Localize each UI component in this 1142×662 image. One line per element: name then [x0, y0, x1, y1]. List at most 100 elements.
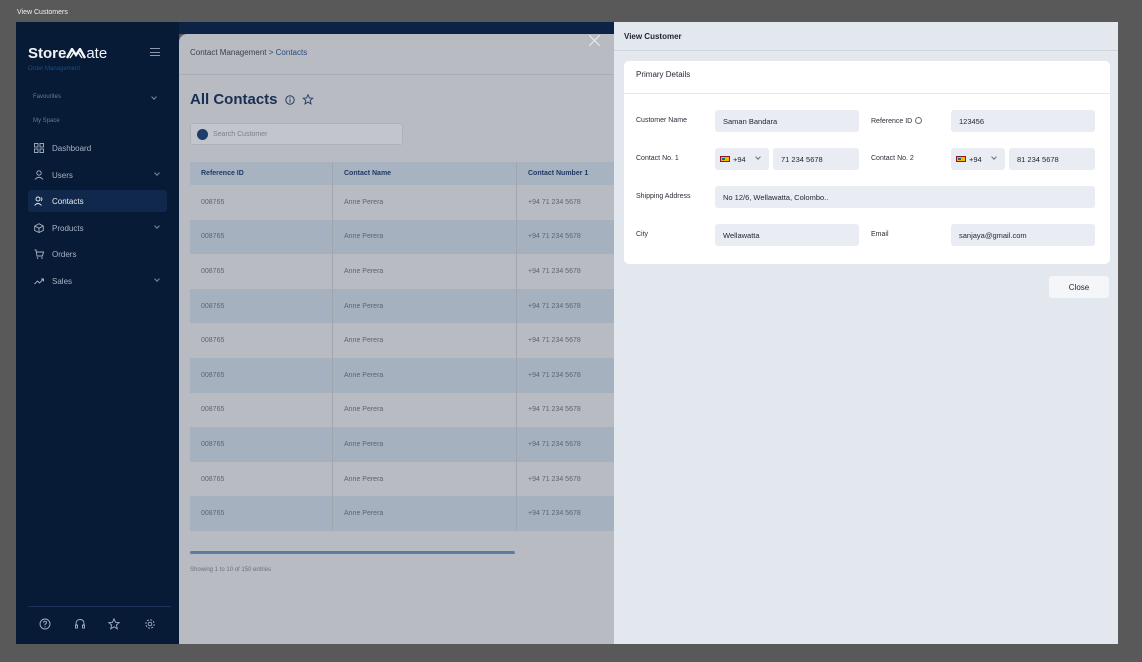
brand-logo[interactable]: Store ate: [28, 45, 107, 62]
sidebar-item-label: Sales: [52, 276, 73, 286]
trend-icon: [34, 278, 44, 285]
window-title: View Customers: [17, 9, 68, 16]
pagination-info: Showing 1 to 10 of 150 entries: [190, 567, 272, 573]
shipping-address-field[interactable]: No 12/6, Wellawatta, Colombo..: [715, 186, 1095, 208]
country-code-select-2[interactable]: +94: [951, 148, 1005, 170]
star-icon[interactable]: [108, 618, 120, 630]
table-row[interactable]: 008765 Anne Perera +94 71 234 5678: [190, 288, 620, 324]
title-icons: [285, 93, 314, 108]
menu-toggle-icon[interactable]: [150, 48, 160, 56]
table-row[interactable]: 008765 Anne Perera +94 71 234 5678: [190, 254, 620, 289]
dashboard-icon: [34, 143, 44, 153]
primary-details-card: Primary Details Customer Name Saman Band…: [624, 61, 1110, 264]
sidebar: Store ate Order Management Favourites My …: [16, 22, 179, 644]
cell-contact-number: +94 71 234 5678: [528, 406, 581, 414]
country-code-value: +94: [733, 154, 746, 164]
card-title: Primary Details: [636, 70, 691, 79]
settings-icon[interactable]: [144, 618, 156, 630]
column-header-contact-number[interactable]: Contact Number 1: [517, 162, 620, 185]
cart-icon: [34, 249, 44, 259]
contacts-icon: [34, 196, 43, 206]
close-button[interactable]: Close: [1049, 276, 1109, 298]
cell-reference-id: 008765: [190, 461, 333, 497]
reference-id-label-text: Reference ID: [871, 118, 913, 125]
table-row[interactable]: 008765 Anne Perera +94 71 234 5678: [190, 219, 620, 255]
horizontal-scrollbar[interactable]: [190, 551, 515, 554]
cell-reference-id: 008765: [190, 357, 333, 393]
breadcrumb-separator: >: [268, 48, 274, 57]
breadcrumb: Contact Management > Contacts: [190, 48, 307, 57]
drawer-divider: [614, 50, 1118, 51]
column-header-reference-id[interactable]: Reference ID: [190, 162, 333, 185]
cell-contact-name: Anne Perera: [333, 392, 517, 428]
contact-no-1-field[interactable]: 71 234 5678: [773, 148, 859, 170]
search-input[interactable]: Search Customer: [190, 123, 403, 145]
table-row[interactable]: 008765 Anne Perera +94 71 234 5678: [190, 496, 620, 531]
cell-contact-number: +94 71 234 5678: [528, 198, 581, 206]
table-row[interactable]: 008765 Anne Perera +94 71 234 5678: [190, 461, 620, 497]
city-field[interactable]: Wellawatta: [715, 224, 859, 246]
chevron-down-icon: [154, 223, 160, 229]
info-icon[interactable]: [285, 95, 295, 105]
drawer-title: View Customer: [624, 32, 682, 41]
sidebar-item-label: Contacts: [52, 196, 84, 206]
shipping-address-label: Shipping Address: [636, 193, 691, 200]
sidebar-item-orders[interactable]: Orders: [28, 243, 167, 265]
sidebar-item-contacts[interactable]: Contacts: [28, 190, 167, 212]
cell-contact-number: +94 71 234 5678: [528, 267, 581, 275]
country-code-select-1[interactable]: +94: [715, 148, 769, 170]
page-title: All Contacts: [190, 91, 278, 108]
chevron-down-icon[interactable]: [151, 94, 157, 100]
breadcrumb-current[interactable]: Contacts: [276, 48, 308, 57]
sidebar-item-products[interactable]: Products: [28, 217, 167, 239]
customer-name-field[interactable]: Saman Bandara: [715, 110, 859, 132]
cell-contact-name: Anne Perera: [333, 254, 517, 289]
reference-id-field[interactable]: 123456: [951, 110, 1095, 132]
help-icon[interactable]: [39, 618, 51, 630]
brand-subtitle: Order Management: [28, 66, 81, 72]
column-header-contact-name[interactable]: Contact Name: [333, 162, 517, 185]
sidebar-item-label: Users: [52, 170, 73, 180]
cell-reference-id: 008765: [190, 219, 333, 255]
star-icon[interactable]: [301, 93, 314, 105]
contact-no-2-field[interactable]: 81 234 5678: [1009, 148, 1095, 170]
sidebar-item-dashboard[interactable]: Dashboard: [28, 137, 167, 159]
cell-contact-number: +94 71 234 5678: [528, 371, 581, 379]
cell-reference-id: 008765: [190, 185, 333, 220]
cell-contact-name: Anne Perera: [333, 461, 517, 497]
chevron-down-icon: [154, 170, 160, 176]
sidebar-item-sales[interactable]: Sales: [28, 270, 167, 292]
cell-contact-number: +94 71 234 5678: [528, 233, 581, 241]
sidebar-item-label: Dashboard: [52, 143, 92, 153]
close-icon[interactable]: [587, 34, 601, 48]
table-row[interactable]: 008765 Anne Perera +94 71 234 5678: [190, 427, 620, 462]
table-row[interactable]: 008765 Anne Perera +94 71 234 5678: [190, 357, 620, 393]
table-row[interactable]: 008765 Anne Perera +94 71 234 5678: [190, 323, 620, 358]
sidebar-item-label: Orders: [52, 249, 77, 259]
cell-reference-id: 008765: [190, 288, 333, 324]
sidebar-divider: [28, 606, 171, 607]
sidebar-item-label: Products: [52, 223, 84, 233]
box-icon: [34, 223, 44, 233]
breadcrumb-parent[interactable]: Contact Management: [190, 48, 267, 57]
table-row[interactable]: 008765 Anne Perera +94 71 234 5678: [190, 185, 620, 220]
card-divider: [624, 93, 1110, 94]
table-row[interactable]: 008765 Anne Perera +94 71 234 5678: [190, 392, 620, 428]
sri-lanka-flag-icon: [720, 156, 730, 162]
table-body: 008765 Anne Perera +94 71 234 5678 008765 An…: [190, 185, 620, 531]
headset-icon[interactable]: [74, 618, 86, 630]
section-favourites[interactable]: Favourites: [33, 94, 61, 100]
cell-contact-name: Anne Perera: [333, 357, 517, 393]
sidebar-item-users[interactable]: Users: [28, 164, 167, 186]
cell-contact-number: +94 71 234 5678: [528, 510, 581, 518]
app-window: Store ate Order Management Favourites My …: [16, 22, 1118, 644]
brand-text-thin: ate: [86, 45, 108, 62]
contacts-table: Reference ID Contact Name Contact Number…: [190, 162, 620, 531]
cell-contact-name: Anne Perera: [333, 185, 517, 220]
cell-reference-id: 008765: [190, 392, 333, 428]
cell-contact-number: +94 71 234 5678: [528, 302, 581, 310]
cell-contact-number: +94 71 234 5678: [528, 440, 581, 448]
email-field[interactable]: sanjaya@gmail.com: [951, 224, 1095, 246]
city-label: City: [636, 231, 649, 238]
contact-no-2-label: Contact No. 2: [871, 155, 914, 162]
